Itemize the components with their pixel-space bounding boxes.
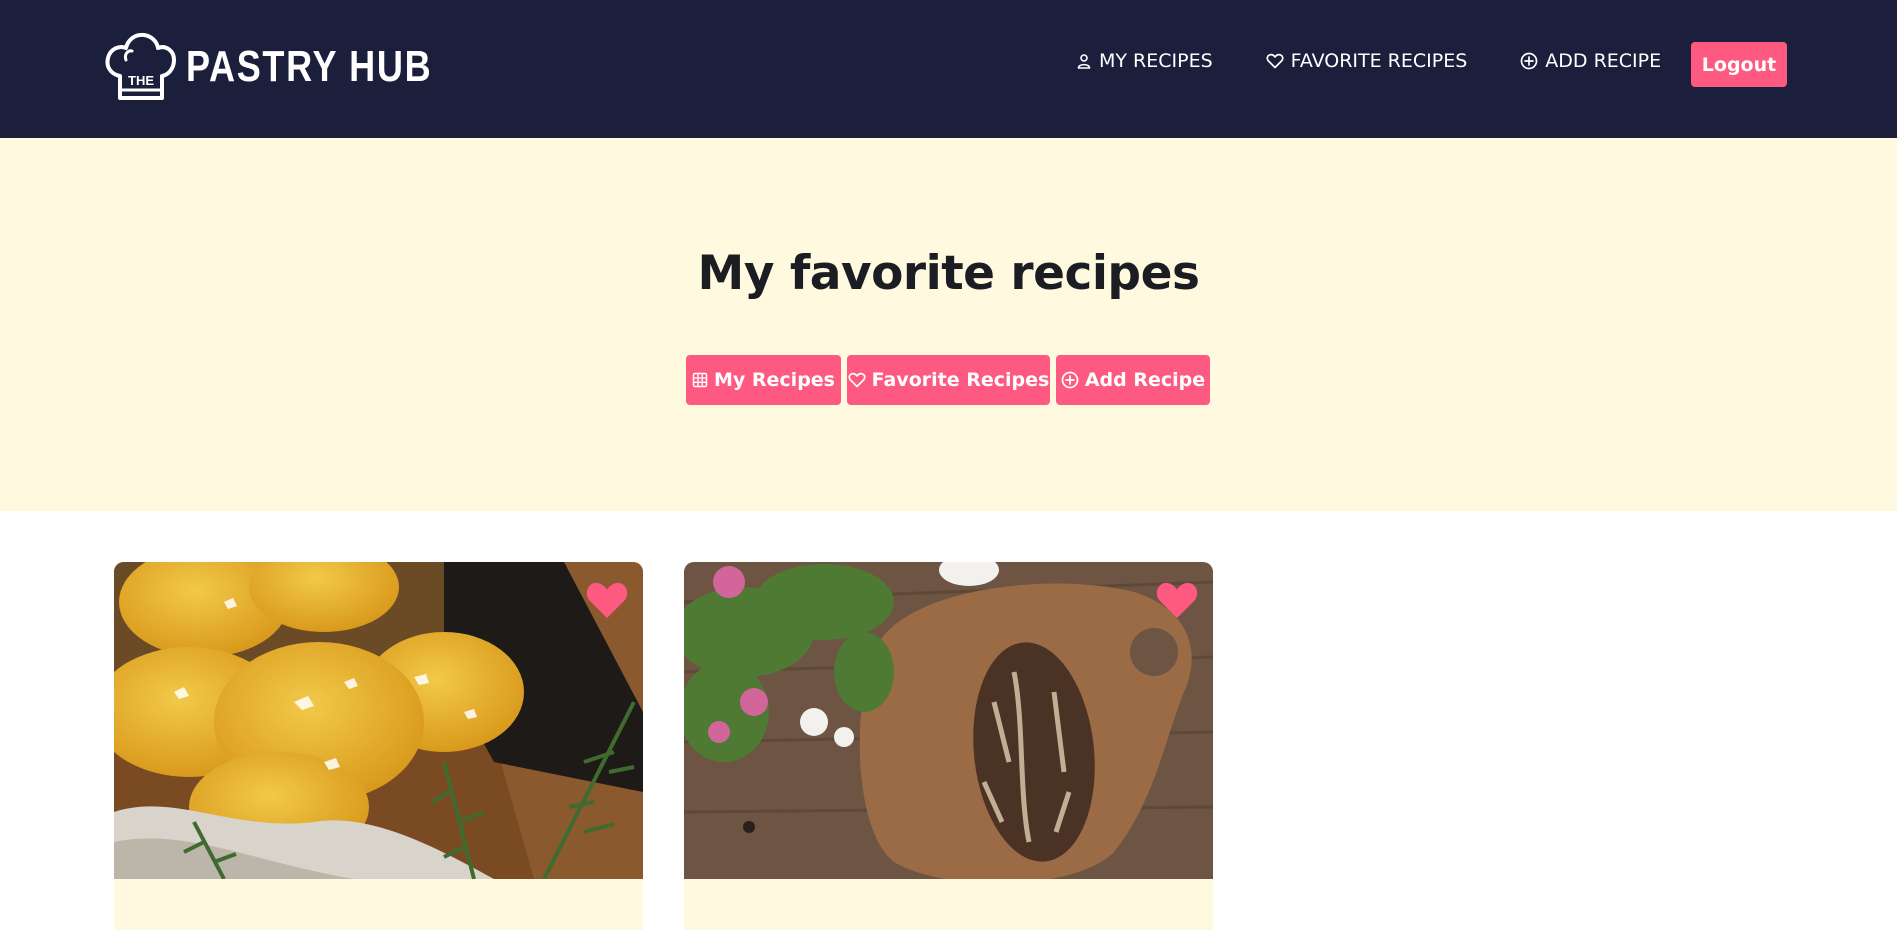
- favorite-recipes-button[interactable]: Favorite Recipes: [847, 355, 1050, 405]
- heart-outline-icon: [848, 372, 866, 388]
- hero-section: My favorite recipes My Recipes Favorite …: [0, 138, 1897, 511]
- logo-the-text: THE: [128, 73, 154, 88]
- recipe-card-body: [114, 879, 643, 930]
- recipe-card[interactable]: [114, 562, 643, 930]
- brand-name: PASTRY HUB: [186, 42, 433, 91]
- nav-my-recipes-label: MY RECIPES: [1099, 50, 1213, 72]
- chef-hat-icon: THE: [102, 32, 178, 102]
- recipe-card[interactable]: [684, 562, 1213, 930]
- recipe-image-bread: [684, 562, 1213, 879]
- my-recipes-button[interactable]: My Recipes: [686, 355, 841, 405]
- site-logo[interactable]: THE PASTRY HUB: [102, 32, 486, 102]
- heart-outline-icon: [1266, 53, 1284, 69]
- favorite-recipes-button-label: Favorite Recipes: [871, 369, 1050, 391]
- main-nav: MY RECIPES FAVORITE RECIPES ADD RECIPE: [1076, 50, 1714, 72]
- favorite-heart-icon[interactable]: [1155, 580, 1199, 620]
- add-recipe-button[interactable]: Add Recipe: [1056, 355, 1210, 405]
- recipe-image-cookies: [114, 562, 643, 879]
- nav-favorite-recipes-label: FAVORITE RECIPES: [1290, 50, 1468, 72]
- nav-favorite-recipes[interactable]: FAVORITE RECIPES: [1266, 50, 1468, 72]
- nav-my-recipes[interactable]: MY RECIPES: [1076, 50, 1213, 72]
- nav-add-recipe[interactable]: ADD RECIPE: [1520, 50, 1661, 72]
- add-recipe-button-label: Add Recipe: [1084, 369, 1206, 391]
- plus-circle-icon: [1061, 371, 1079, 389]
- user-icon: [1077, 54, 1091, 69]
- navbar: THE PASTRY HUB MY RECIPES FAVORITE RECIP…: [0, 0, 1897, 138]
- page-title: My favorite recipes: [697, 246, 1200, 301]
- hero-button-group: My Recipes Favorite Recipes Add Recipe: [686, 355, 1216, 405]
- favorite-heart-icon[interactable]: [585, 580, 629, 620]
- nav-add-recipe-label: ADD RECIPE: [1545, 50, 1662, 72]
- plus-circle-icon: [1520, 52, 1538, 70]
- recipe-card-grid: [114, 562, 1254, 930]
- my-recipes-button-label: My Recipes: [714, 369, 835, 391]
- recipe-card-body: [684, 879, 1213, 930]
- logout-button[interactable]: Logout: [1691, 42, 1787, 87]
- grid-icon: [692, 372, 708, 388]
